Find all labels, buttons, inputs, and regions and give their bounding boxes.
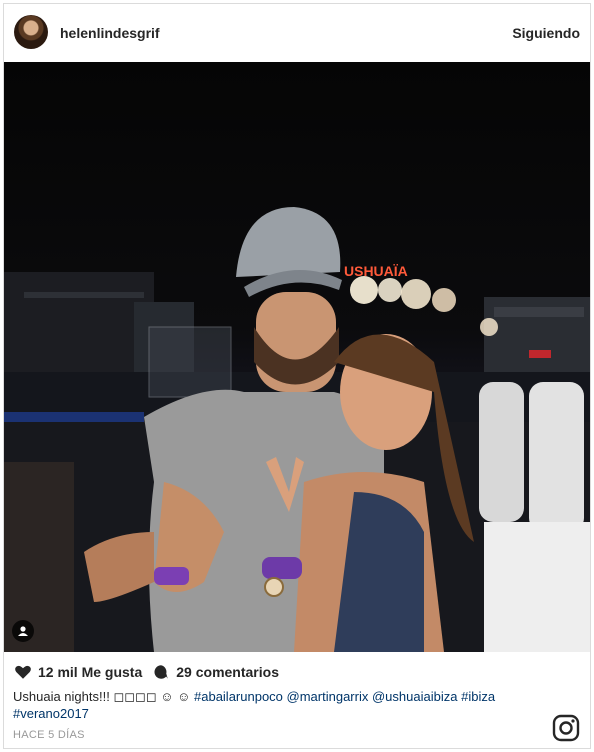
post-caption: Ushuaia nights!!! ◻◻◻◻ ☺ ☺ #abailarunpoc… [13,688,553,722]
caption-text: Ushuaia nights!!! ◻◻◻◻ ☺ ☺ [13,689,194,704]
post-photo[interactable]: USHUAÏA [4,62,590,652]
post-card: helenlindesgrif Siguiendo USHUAÏA 12 mil… [3,3,591,749]
like-count[interactable]: 12 mil Me gusta [38,664,142,680]
mention-link[interactable]: @ushuaiaibiza [372,689,457,704]
instagram-logo-icon[interactable] [552,714,580,742]
user-tag-icon[interactable] [12,620,34,642]
ushuaia-sign: USHUAÏA [344,263,408,279]
hashtag-link[interactable]: #verano2017 [13,706,89,721]
heart-icon[interactable] [14,663,32,681]
timestamp[interactable]: HACE 5 DÍAS [13,729,85,741]
following-button[interactable]: Siguiendo [512,25,580,41]
hashtag-link[interactable]: #ibiza [461,689,495,704]
hashtag-link[interactable]: #abailarunpoco [194,689,283,704]
username[interactable]: helenlindesgrif [60,25,160,41]
post-actions: 12 mil Me gusta 29 comentarios [14,662,279,682]
post-header: helenlindesgrif Siguiendo [4,4,590,62]
photo-scene: USHUAÏA [4,207,590,652]
comment-icon[interactable] [152,663,170,681]
mention-link[interactable]: @martingarrix [287,689,369,704]
avatar[interactable] [14,15,48,49]
comment-count[interactable]: 29 comentarios [176,664,279,680]
